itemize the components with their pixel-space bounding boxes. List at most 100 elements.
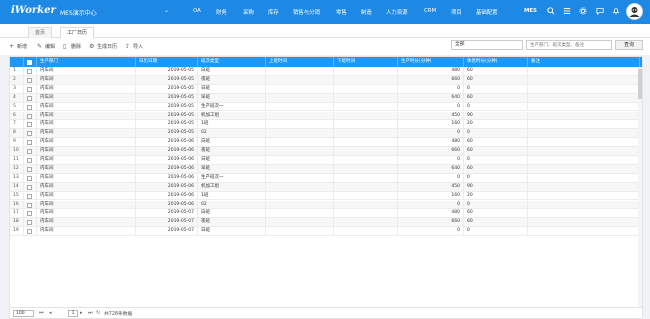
vertical-scrollbar[interactable]	[638, 67, 642, 307]
cell-index[interactable]: 8	[10, 129, 24, 139]
menu-icon[interactable]	[563, 7, 571, 15]
cell-start-time[interactable]	[266, 75, 334, 85]
cell-index[interactable]: 6	[10, 111, 24, 121]
table-row[interactable]: 2 内车间 2019-05-05 夜班 660 60	[10, 75, 642, 85]
cell-shift-type[interactable]: 生产班次一	[198, 173, 266, 183]
cell-department[interactable]: 内车间	[37, 191, 136, 201]
row-checkbox[interactable]	[27, 95, 32, 101]
cell-end-time[interactable]	[334, 147, 398, 156]
cell-production-minutes[interactable]: 160	[398, 191, 464, 201]
cell-shift-type[interactable]: 夜班	[198, 75, 266, 85]
header-rest-minutes[interactable]: 休息时长(分钟)	[464, 57, 528, 67]
bell-icon[interactable]	[612, 7, 620, 15]
cell-production-minutes[interactable]: 450	[398, 182, 464, 192]
app-logo[interactable]: iWorker	[11, 5, 56, 16]
cell-remark[interactable]	[528, 84, 640, 94]
cell-index[interactable]: 16	[10, 200, 24, 210]
import-button[interactable]: ⇪ 导入	[125, 43, 143, 50]
user-avatar[interactable]	[626, 3, 643, 20]
row-checkbox[interactable]	[27, 122, 32, 128]
cell-shift-type[interactable]: 日班	[198, 84, 266, 94]
cell-department[interactable]: 内车间	[37, 147, 136, 156]
query-button[interactable]: 查询	[615, 40, 643, 50]
mes-label[interactable]: MES	[524, 8, 537, 14]
cell-index[interactable]: 4	[10, 93, 24, 103]
cell-index[interactable]: 2	[10, 75, 24, 85]
cell-department[interactable]: 内车间	[37, 93, 136, 103]
cell-date[interactable]: 2019-05-05	[136, 84, 198, 94]
cell-end-time[interactable]	[334, 111, 398, 121]
cell-rest-minutes[interactable]: 0	[464, 84, 528, 94]
cell-remark[interactable]	[528, 164, 640, 174]
cell-department[interactable]: 内车间	[37, 75, 136, 85]
cell-shift-type[interactable]: 1班	[198, 191, 266, 201]
cell-start-time[interactable]	[266, 156, 334, 165]
cell-department[interactable]: 内车间	[37, 111, 136, 121]
row-checkbox[interactable]	[27, 184, 32, 190]
cell-remark[interactable]	[528, 120, 640, 130]
cell-rest-minutes[interactable]: 60	[464, 75, 528, 85]
cell-end-time[interactable]	[334, 218, 398, 228]
header-start-time[interactable]: 上班时间	[266, 57, 334, 67]
cell-department[interactable]: 内车间	[37, 227, 136, 237]
cell-remark[interactable]	[528, 67, 640, 76]
nav-item-project[interactable]: 项目	[451, 8, 462, 16]
cell-start-time[interactable]	[266, 173, 334, 183]
row-checkbox[interactable]	[27, 166, 32, 172]
cell-end-time[interactable]	[334, 209, 398, 219]
cell-remark[interactable]	[528, 129, 640, 139]
cell-remark[interactable]	[528, 200, 640, 210]
table-row[interactable]: 19 内车间 2019-05-07 日班 0 0	[10, 227, 642, 237]
table-row[interactable]: 6 内车间 2019-05-05 机加工组 450 90	[10, 111, 642, 121]
cell-end-time[interactable]	[334, 102, 398, 112]
edit-button[interactable]: ✎ 编辑	[37, 43, 55, 50]
cell-rest-minutes[interactable]: 60	[464, 147, 528, 156]
cell-remark[interactable]	[528, 227, 640, 237]
cell-rest-minutes[interactable]: 60	[464, 218, 528, 228]
first-page-icon[interactable]: ⏮	[39, 310, 44, 316]
cell-end-time[interactable]	[334, 164, 398, 174]
cell-rest-minutes[interactable]: 90	[464, 182, 528, 192]
refresh-icon[interactable]: ↻	[96, 310, 100, 316]
cell-date[interactable]: 2019-05-06	[136, 173, 198, 183]
cell-index[interactable]: 7	[10, 120, 24, 130]
message-icon[interactable]	[596, 7, 604, 15]
row-checkbox[interactable]	[27, 140, 32, 146]
cell-date[interactable]: 2019-05-05	[136, 111, 198, 121]
header-department[interactable]: 生产部门	[37, 57, 136, 67]
row-checkbox[interactable]	[27, 69, 32, 74]
cell-remark[interactable]	[528, 138, 640, 148]
cell-production-minutes[interactable]: 0	[398, 84, 464, 94]
cell-production-minutes[interactable]: 0	[398, 200, 464, 210]
cell-rest-minutes[interactable]: 0	[464, 173, 528, 183]
chevron-down-icon[interactable]: ⌄	[164, 7, 169, 14]
cell-index[interactable]: 18	[10, 218, 24, 228]
cell-index[interactable]: 13	[10, 173, 24, 183]
cell-production-minutes[interactable]: 450	[398, 111, 464, 121]
cell-end-time[interactable]	[334, 200, 398, 210]
cell-end-time[interactable]	[334, 156, 398, 165]
cell-production-minutes[interactable]: 0	[398, 173, 464, 183]
row-checkbox[interactable]	[27, 149, 32, 155]
next-page-icon[interactable]: ▸	[80, 310, 83, 316]
cell-production-minutes[interactable]: 0	[398, 129, 464, 139]
header-production-minutes[interactable]: 生产时长(分钟)	[398, 57, 464, 67]
cell-department[interactable]: 内车间	[37, 84, 136, 94]
cell-department[interactable]: 内车间	[37, 182, 136, 192]
cell-department[interactable]: 内车间	[37, 129, 136, 139]
cell-production-minutes[interactable]: 660	[398, 75, 464, 85]
table-row[interactable]: 12 内车间 2019-05-06 早班 640 60	[10, 164, 642, 174]
cell-index[interactable]: 17	[10, 209, 24, 219]
cell-remark[interactable]	[528, 156, 640, 165]
cell-index[interactable]: 12	[10, 164, 24, 174]
cell-production-minutes[interactable]: 660	[398, 147, 464, 156]
cell-index[interactable]: 11	[10, 156, 24, 165]
cell-shift-type[interactable]: 02	[198, 200, 266, 210]
cell-remark[interactable]	[528, 218, 640, 228]
row-checkbox[interactable]	[27, 211, 32, 217]
prev-page-icon[interactable]: ◂	[49, 310, 52, 316]
cell-shift-type[interactable]: 生产班次一	[198, 102, 266, 112]
cell-index[interactable]: 3	[10, 84, 24, 94]
cell-rest-minutes[interactable]: 90	[464, 111, 528, 121]
cell-end-time[interactable]	[334, 182, 398, 192]
